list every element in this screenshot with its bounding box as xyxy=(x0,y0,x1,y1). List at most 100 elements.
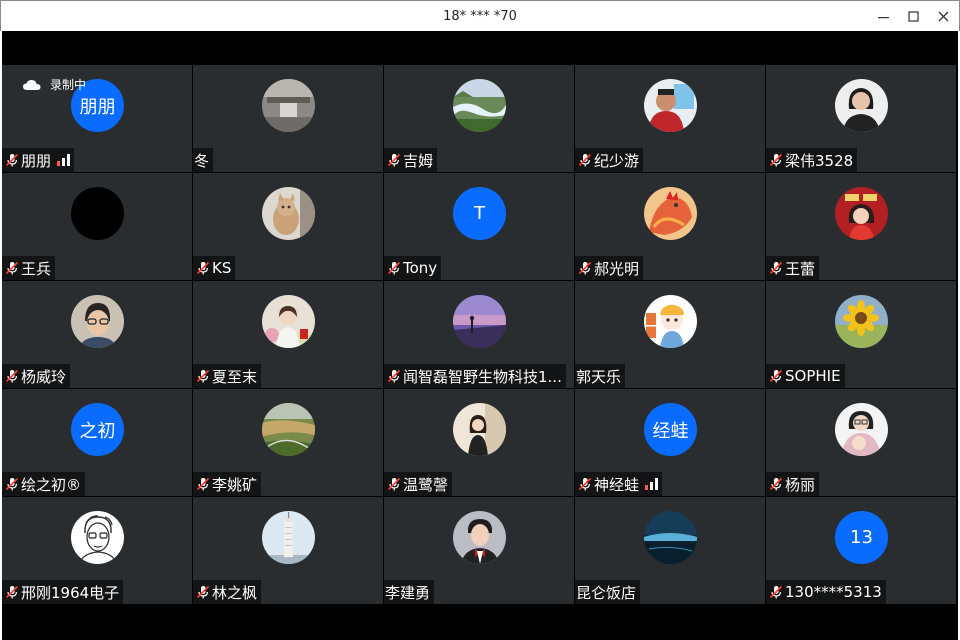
recording-indicator: 录制中 xyxy=(22,76,86,93)
participant-tile[interactable]: 经蛙 神经蛙 xyxy=(575,389,765,496)
mic-muted-icon xyxy=(195,260,211,276)
participant-name: SOPHIE xyxy=(785,367,841,385)
mic-muted-icon xyxy=(577,476,593,492)
participant-name: 李建勇 xyxy=(385,583,431,602)
participant-grid: 朋朋 朋朋冬吉姆 纪少游 梁伟3528 王兵 KS T Tony 郝光明 王蕾 杨威玲 夏至末 闻智磊智… xyxy=(2,65,958,605)
participant-name: Tony xyxy=(403,259,438,277)
mic-muted-icon xyxy=(768,584,784,600)
participant-tile[interactable]: 林之枫 xyxy=(193,497,383,604)
mic-muted-icon xyxy=(386,368,402,384)
participant-namebar: 吉姆 xyxy=(384,148,438,172)
participant-name: 梁伟3528 xyxy=(785,151,854,170)
participant-tile[interactable]: 闻智磊智野生物科技1... xyxy=(384,281,574,388)
maximize-icon xyxy=(908,10,919,22)
participant-namebar: 郭天乐 xyxy=(575,364,626,388)
participant-namebar: 昆仑饭店 xyxy=(575,580,641,604)
participant-avatar-photo-girl-flowers xyxy=(262,295,315,348)
participant-avatar-photo-woman-room xyxy=(453,403,506,456)
participant-tile[interactable]: 吉姆 xyxy=(384,65,574,172)
participant-name: KS xyxy=(212,259,232,277)
participant-avatar-initials: T xyxy=(453,187,506,240)
close-icon xyxy=(938,11,949,21)
participant-namebar: 李姚矿 xyxy=(193,472,262,496)
participant-tile[interactable]: 纪少游 xyxy=(575,65,765,172)
participant-namebar: 绘之初® xyxy=(2,472,86,496)
participant-tile[interactable]: KS xyxy=(193,173,383,280)
participant-tile[interactable]: 杨丽 xyxy=(766,389,956,496)
participant-avatar-photo-man-glasses xyxy=(71,295,124,348)
mic-muted-icon xyxy=(195,476,211,492)
minimize-icon xyxy=(878,16,889,18)
participant-name: 邢刚1964电子 xyxy=(21,583,120,602)
participant-namebar: 温鹭謦 xyxy=(384,472,453,496)
participant-name: 朋朋 xyxy=(21,151,52,170)
participant-name: 昆仑饭店 xyxy=(576,583,637,602)
participant-avatar-photo-cat xyxy=(262,187,315,240)
participant-avatar-photo-purple-sunset xyxy=(453,295,506,348)
participant-tile[interactable]: 李姚矿 xyxy=(193,389,383,496)
window-title: 18* *** *70 xyxy=(443,9,517,24)
mic-muted-icon xyxy=(577,260,593,276)
participant-namebar: 王兵 xyxy=(2,256,56,280)
participant-tile[interactable]: 王蕾 xyxy=(766,173,956,280)
participant-tile[interactable]: 杨威玲 xyxy=(2,281,192,388)
participant-namebar: 130****5313 xyxy=(766,580,886,604)
participant-tile[interactable]: 13 130****5313 xyxy=(766,497,956,604)
maximize-button[interactable] xyxy=(899,1,929,32)
participant-namebar: 郝光明 xyxy=(575,256,644,280)
mic-muted-icon xyxy=(386,152,402,168)
participant-tile[interactable]: 郭天乐 xyxy=(575,281,765,388)
participant-tile[interactable]: 梁伟3528 xyxy=(766,65,956,172)
mic-muted-icon xyxy=(768,476,784,492)
participant-tile[interactable]: 温鹭謦 xyxy=(384,389,574,496)
cloud-icon xyxy=(23,79,41,90)
participant-name: 李姚矿 xyxy=(212,475,258,494)
mic-muted-icon xyxy=(577,152,593,168)
mic-muted-icon xyxy=(768,152,784,168)
participant-tile[interactable]: SOPHIE xyxy=(766,281,956,388)
participant-tile[interactable]: 李建勇 xyxy=(384,497,574,604)
mic-muted-icon xyxy=(195,584,211,600)
participant-avatar xyxy=(71,187,124,240)
participant-tile[interactable]: 王兵 xyxy=(2,173,192,280)
participant-namebar: 闻智磊智野生物科技1... xyxy=(384,364,566,388)
participant-name: 王兵 xyxy=(21,259,52,278)
close-button[interactable] xyxy=(929,1,959,32)
mic-muted-icon xyxy=(386,260,402,276)
participant-avatar-photo-aerial-landscape xyxy=(262,403,315,456)
participant-name: 130****5313 xyxy=(785,583,882,601)
participant-name: 郭天乐 xyxy=(576,367,622,386)
participant-namebar: 邢刚1964电子 xyxy=(2,580,124,604)
participant-avatar-photo-man-red-shirt xyxy=(644,79,697,132)
participant-name: 吉姆 xyxy=(403,151,434,170)
window-titlebar: 18* *** *70 xyxy=(0,0,960,31)
participant-tile[interactable]: 夏至末 xyxy=(193,281,383,388)
mic-muted-icon xyxy=(768,368,784,384)
participant-tile[interactable]: 郝光明 xyxy=(575,173,765,280)
minimize-button[interactable] xyxy=(869,1,899,32)
participant-avatar-photo-night-water xyxy=(644,511,697,564)
participant-namebar: 林之枫 xyxy=(193,580,262,604)
participant-name: 绘之初® xyxy=(21,475,82,494)
participant-tile[interactable]: 冬 xyxy=(193,65,383,172)
participant-name: 郝光明 xyxy=(594,259,640,278)
participant-name: 神经蛙 xyxy=(594,475,640,494)
mic-muted-icon xyxy=(4,152,20,168)
participant-name: 杨威玲 xyxy=(21,367,67,386)
participant-namebar: SOPHIE xyxy=(766,364,845,388)
participant-name: 闻智磊智野生物科技1... xyxy=(403,367,562,386)
participant-avatar-illustration-red-girl xyxy=(835,187,888,240)
participant-avatar-initials: 经蛙 xyxy=(644,403,697,456)
participant-tile[interactable]: T Tony xyxy=(384,173,574,280)
participant-tile[interactable]: 之初绘之初® xyxy=(2,389,192,496)
participant-namebar: 杨威玲 xyxy=(2,364,71,388)
participant-avatar-initials: 之初 xyxy=(71,403,124,456)
participant-namebar: 朋朋 xyxy=(2,148,75,172)
participant-name: 冬 xyxy=(194,151,210,170)
participant-tile[interactable]: 昆仑饭店 xyxy=(575,497,765,604)
participant-avatar-photo-tower xyxy=(262,511,315,564)
participant-tile[interactable]: 邢刚1964电子 xyxy=(2,497,192,604)
signal-strength-icon xyxy=(645,478,659,490)
participant-avatar-photo-river-landscape xyxy=(453,79,506,132)
mic-muted-icon xyxy=(768,260,784,276)
